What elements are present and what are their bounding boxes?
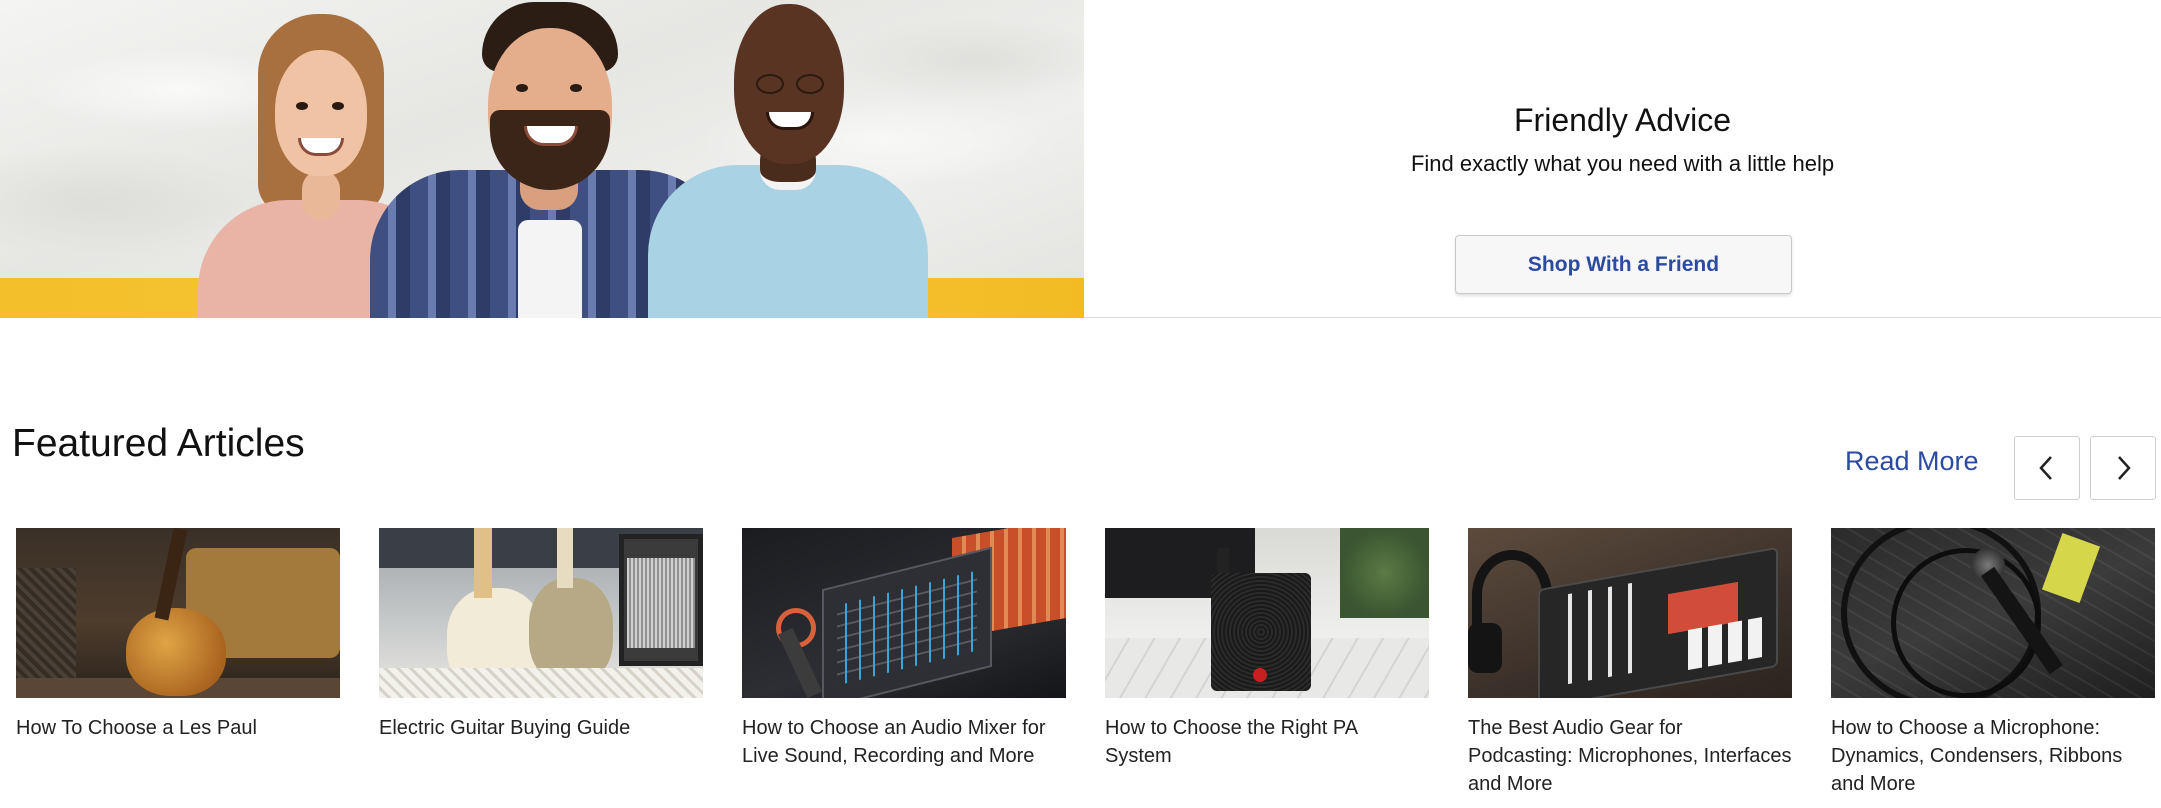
carousel-prev-button[interactable] <box>2014 436 2080 500</box>
article-card[interactable]: Electric Guitar Buying Guide <box>379 528 703 742</box>
article-card[interactable]: How to Choose a Microphone: Dynamics, Co… <box>1831 528 2155 798</box>
article-thumbnail-audio-mixer[interactable] <box>742 528 1066 698</box>
chevron-right-icon <box>2118 456 2131 480</box>
article-title[interactable]: How to Choose the Right PA System <box>1105 714 1429 770</box>
hero-banner: Friendly Advice Find exactly what you ne… <box>0 0 2161 318</box>
article-title[interactable]: How To Choose a Les Paul <box>16 714 340 742</box>
carousel-next-button[interactable] <box>2090 436 2156 500</box>
article-thumbnail-pa-speaker[interactable] <box>1105 528 1429 698</box>
article-thumbnail-electric-guitars[interactable] <box>379 528 703 698</box>
article-title[interactable]: How to Choose a Microphone: Dynamics, Co… <box>1831 714 2155 798</box>
article-title[interactable]: How to Choose an Audio Mixer for Live So… <box>742 714 1066 770</box>
chevron-left-icon <box>2039 456 2052 480</box>
hero-subtitle: Find exactly what you need with a little… <box>1410 151 1835 176</box>
article-title[interactable]: The Best Audio Gear for Podcasting: Micr… <box>1468 714 1792 798</box>
article-thumbnail-les-paul-guitar[interactable] <box>16 528 340 698</box>
person-man-with-glasses <box>648 0 928 318</box>
hero-text-panel: Friendly Advice Find exactly what you ne… <box>1084 0 2161 318</box>
shop-with-a-friend-button[interactable]: Shop With a Friend <box>1455 235 1792 294</box>
article-card[interactable]: The Best Audio Gear for Podcasting: Micr… <box>1468 528 1792 798</box>
article-card[interactable]: How to Choose an Audio Mixer for Live So… <box>742 528 1066 770</box>
article-card[interactable]: How To Choose a Les Paul <box>16 528 340 742</box>
article-thumbnail-microphone[interactable] <box>1831 528 2155 698</box>
hero-title: Friendly Advice <box>1514 102 1731 138</box>
read-more-link[interactable]: Read More <box>1845 446 1979 477</box>
article-card[interactable]: How to Choose the Right PA System <box>1105 528 1429 770</box>
featured-articles-title: Featured Articles <box>12 422 305 465</box>
article-title[interactable]: Electric Guitar Buying Guide <box>379 714 703 742</box>
article-thumbnail-podcast-mixer[interactable] <box>1468 528 1792 698</box>
hero-image-three-smiling-people <box>0 0 1084 318</box>
